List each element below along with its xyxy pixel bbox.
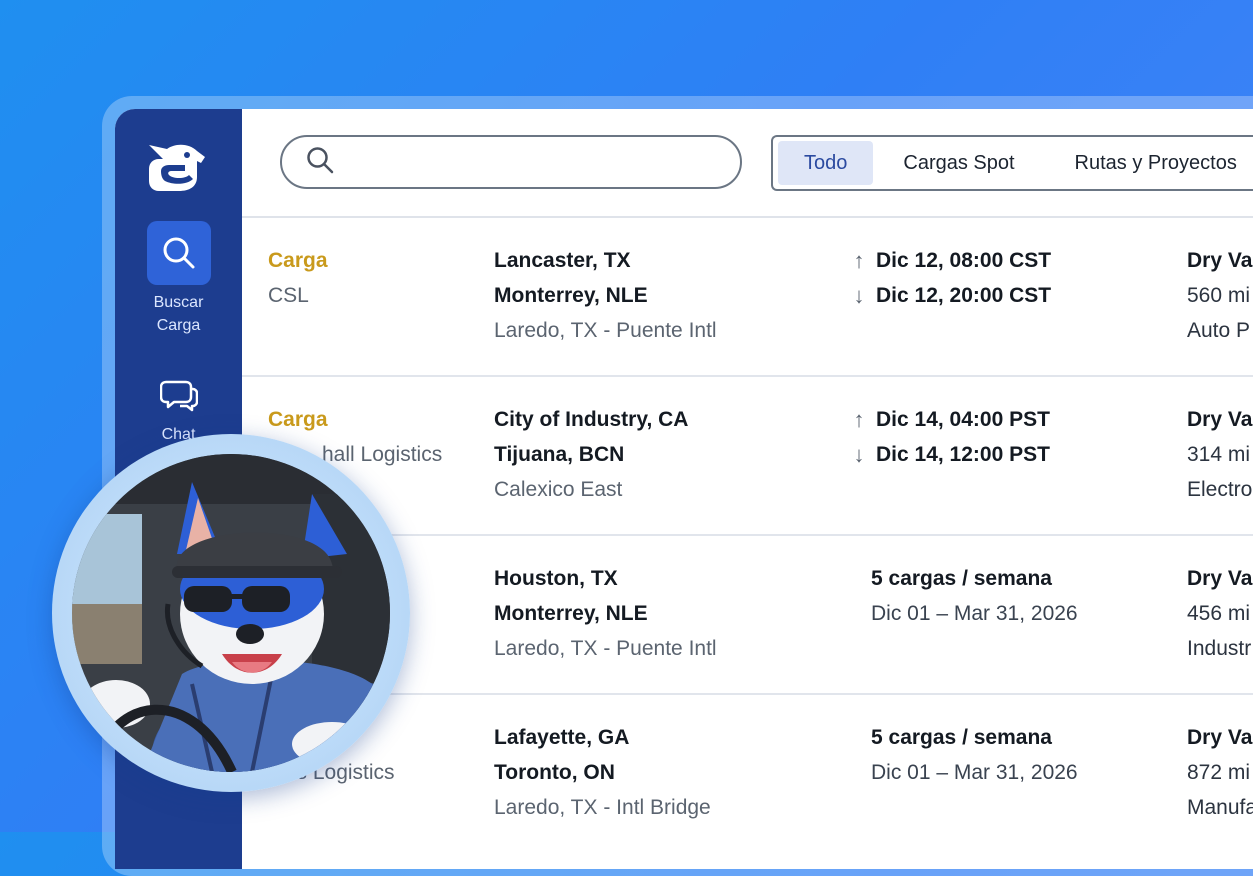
arrow-down-icon: ↓ (853, 283, 865, 308)
nav-buscar-carga[interactable]: Buscar Carga (115, 221, 242, 337)
row-company: CSL (268, 284, 309, 307)
row-crossing: Laredo, TX - Puente Intl (494, 319, 717, 342)
search-input[interactable] (346, 141, 740, 183)
table-row[interactable]: ss Logistics Lafayette, GA Toronto, ON L… (242, 695, 1253, 854)
row-equipment: Dry Va (1187, 726, 1253, 749)
brand-logo-icon[interactable] (145, 139, 207, 193)
row-commodity: Auto P (1187, 319, 1251, 342)
row-period: Dic 01 – Mar 31, 2026 (871, 602, 1078, 625)
row-type-label: Carga (268, 249, 328, 272)
row-crossing: Laredo, TX - Puente Intl (494, 637, 717, 660)
row-origin: City of Industry, CA (494, 408, 689, 431)
row-commodity: Manufa (1187, 796, 1253, 819)
row-commodity: Industr (1187, 637, 1252, 660)
row-period: Dic 01 – Mar 31, 2026 (871, 761, 1078, 784)
row-crossing: Laredo, TX - Intl Bridge (494, 796, 711, 819)
table-row[interactable]: Carga CSL Lancaster, TX Monterrey, NLE L… (242, 218, 1253, 377)
row-pickup-time: Dic 12, 08:00 CST (876, 249, 1052, 272)
row-origin: Lancaster, TX (494, 249, 631, 272)
tab-rutas-y-proyectos[interactable]: Rutas y Proyectos (1045, 141, 1253, 185)
row-distance: 314 mi (1187, 443, 1251, 466)
tab-cargas-spot[interactable]: Cargas Spot (873, 141, 1044, 185)
main-panel: Todo Cargas Spot Rutas y Proyectos Carga… (242, 109, 1253, 869)
search-icon (146, 221, 211, 285)
row-origin: Houston, TX (494, 567, 618, 590)
filter-tabs: Todo Cargas Spot Rutas y Proyectos (771, 135, 1253, 191)
row-destination: Toronto, ON (494, 761, 615, 784)
row-destination: Monterrey, NLE (494, 602, 648, 625)
arrow-up-icon: ↑ (853, 407, 865, 432)
row-destination: Monterrey, NLE (494, 284, 648, 307)
row-equipment: Dry Va (1187, 408, 1253, 431)
row-distance: 872 mi (1187, 761, 1251, 784)
row-type-label: Carga (268, 408, 328, 431)
tab-todo[interactable]: Todo (778, 141, 874, 185)
arrow-up-icon: ↑ (853, 248, 865, 273)
row-distance: 560 mi (1187, 284, 1251, 307)
search-bar[interactable] (280, 135, 742, 189)
chat-icon (147, 373, 211, 417)
row-crossing: Calexico East (494, 478, 623, 501)
row-equipment: Dry Va (1187, 249, 1253, 272)
table-row[interactable]: Carga hall Logistics City of Industry, C… (242, 377, 1253, 536)
row-distance: 456 mi (1187, 602, 1251, 625)
row-delivery-time: Dic 12, 20:00 CST (876, 284, 1052, 307)
row-commodity: Electro (1187, 478, 1253, 501)
arrow-down-icon: ↓ (853, 442, 865, 467)
mascot-avatar (72, 454, 390, 772)
nav-buscar-carga-label: Buscar Carga (153, 294, 204, 334)
row-equipment: Dry Va (1187, 567, 1253, 590)
row-frequency: 5 cargas / semana (871, 567, 1052, 590)
row-pickup-time: Dic 14, 04:00 PST (876, 408, 1050, 431)
search-icon (306, 146, 334, 179)
row-delivery-time: Dic 14, 12:00 PST (876, 443, 1050, 466)
row-frequency: 5 cargas / semana (871, 726, 1052, 749)
row-origin: Lafayette, GA (494, 726, 630, 749)
row-destination: Tijuana, BCN (494, 443, 625, 466)
